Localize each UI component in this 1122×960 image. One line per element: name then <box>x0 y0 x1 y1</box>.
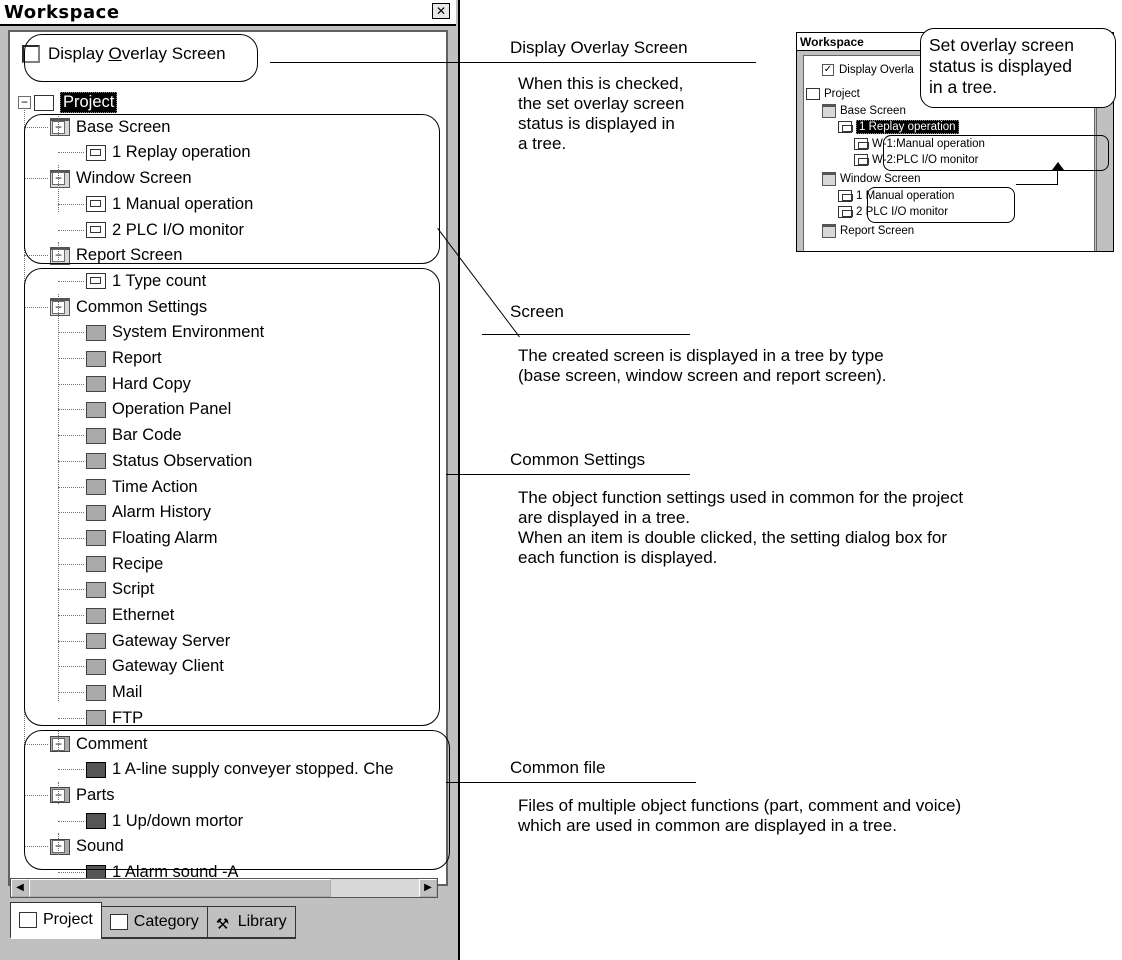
callout-common-settings-rule <box>446 474 690 475</box>
tree-root-project[interactable]: Project <box>34 92 118 113</box>
tab-project-label: Project <box>43 911 93 928</box>
callout-overlay-body: When this is checked, the set overlay sc… <box>518 74 685 153</box>
tab-category-label: Category <box>133 913 199 930</box>
close-icon[interactable]: ✕ <box>432 3 450 19</box>
mini-arrow-line <box>1016 184 1058 185</box>
mini-item-replay: 1 Replay operation <box>838 120 959 134</box>
common-file-group-outline <box>24 730 450 870</box>
callout-overlay-title: Display Overlay Screen <box>510 38 688 57</box>
mini-arrow-up <box>1057 168 1058 184</box>
workspace-title: Workspace <box>4 2 120 23</box>
callout-common-file-rule <box>446 782 696 783</box>
tab-category[interactable]: Category <box>100 906 208 939</box>
tree-connector <box>58 872 84 873</box>
library-tab-icon: ⚒ <box>215 916 230 933</box>
category-tab-icon <box>109 914 128 930</box>
tab-project[interactable]: Project <box>10 902 102 939</box>
callout-common-settings-title: Common Settings <box>510 450 646 469</box>
arrow-up-icon <box>1052 162 1064 170</box>
scroll-thumb[interactable] <box>29 879 331 897</box>
tree-pane: Display Overlay Screen Project − Base Scre… <box>8 30 450 886</box>
mini-callout: Set overlay screen status is displayed i… <box>920 28 1116 108</box>
project-tab-icon <box>19 912 37 928</box>
screen-group-outline <box>24 114 440 264</box>
callout-common-settings-body: The object function settings used in com… <box>518 488 964 567</box>
mini-item-project: Project <box>806 88 860 100</box>
callout-screen-rule <box>482 334 690 335</box>
callout-overlay-rule <box>270 62 756 63</box>
mini-checkbox: ✓ Display Overla <box>822 64 914 76</box>
mini-item-base-screen: Base Screen <box>822 104 906 118</box>
common-settings-group-outline <box>24 268 440 726</box>
tab-library-label: Library <box>237 913 287 930</box>
overlay-outline <box>24 34 258 82</box>
tab-library[interactable]: ⚒ Library <box>206 906 296 939</box>
workspace-window: Workspace ✕ Display Overlay Screen Proje… <box>0 0 460 960</box>
workspace-title-bar: Workspace ✕ <box>0 0 456 26</box>
callout-common-file-title: Common file <box>510 758 606 777</box>
mini-window-outline <box>867 187 1015 223</box>
mini-w-outline <box>883 135 1109 171</box>
scroll-left-icon[interactable]: ◀ <box>11 879 29 897</box>
project-icon <box>34 94 54 111</box>
callout-screen-title: Screen <box>510 302 564 321</box>
mini-item-window-screen: Window Screen <box>822 172 921 186</box>
callout-common-file-body: Files of multiple object functions (part… <box>518 796 962 835</box>
workspace-tabs: Project Category ⚒ Library <box>10 902 296 939</box>
callout-screen-body: The created screen is displayed in a tre… <box>518 346 887 385</box>
horizontal-scrollbar[interactable]: ◀ ▶ <box>10 878 438 898</box>
scroll-right-icon[interactable]: ▶ <box>419 879 437 897</box>
mini-item-report-screen: Report Screen <box>822 224 914 238</box>
